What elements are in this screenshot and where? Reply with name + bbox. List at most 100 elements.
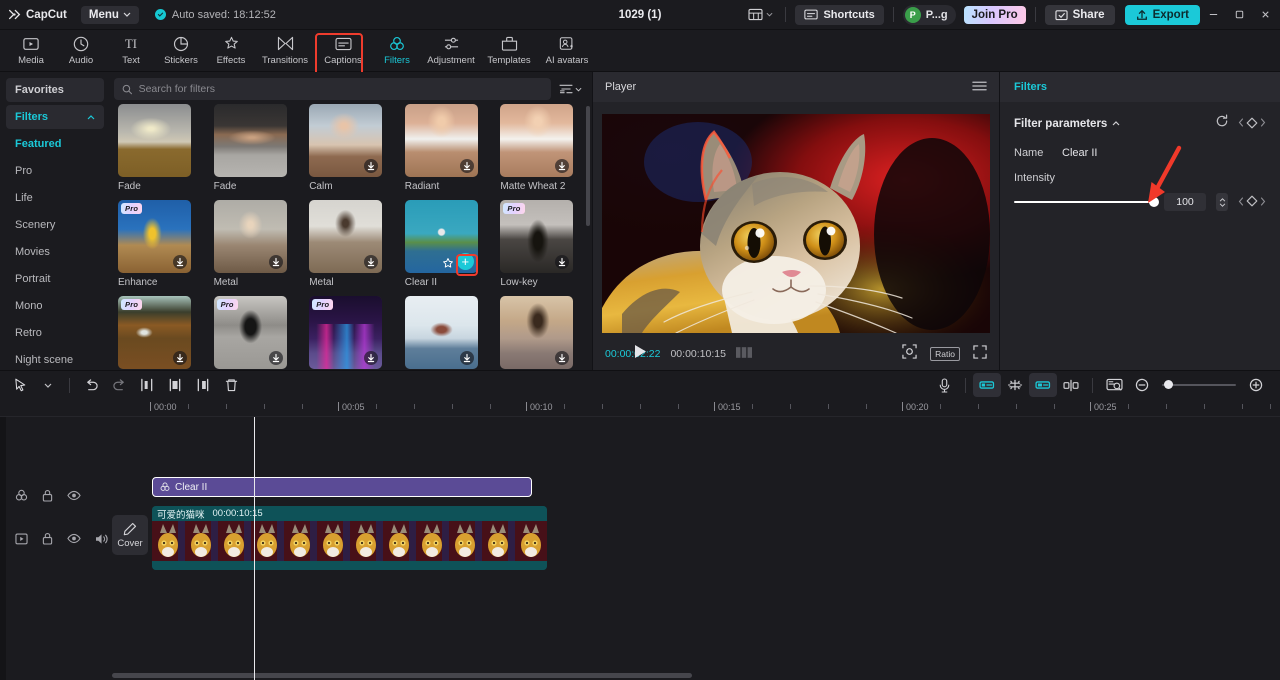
select-tool-button[interactable] [6, 373, 34, 397]
download-icon[interactable] [555, 255, 569, 269]
download-icon[interactable] [364, 255, 378, 269]
sidebar-item-portrait[interactable]: Portrait [6, 267, 104, 290]
next-keyframe-icon[interactable] [1260, 118, 1266, 129]
download-icon[interactable] [364, 159, 378, 173]
filter-cell-fade-2[interactable]: Fade [214, 104, 287, 192]
record-voiceover-button[interactable] [930, 373, 958, 397]
menu-button[interactable]: Menu [81, 6, 139, 24]
close-button[interactable] [1252, 1, 1278, 29]
sidebar-item-scenery[interactable]: Scenery [6, 213, 104, 236]
download-icon[interactable] [173, 255, 187, 269]
download-icon[interactable] [555, 159, 569, 173]
filter-cell-matte-wheat-2[interactable]: Matte Wheat 2 [500, 104, 573, 192]
filter-cell-fade-1[interactable]: Fade [118, 104, 191, 192]
player-menu-icon[interactable] [972, 80, 987, 95]
filter-cell-clear-ii[interactable]: + Clear II [405, 200, 478, 288]
download-icon[interactable] [364, 351, 378, 365]
maximize-button[interactable] [1226, 1, 1252, 29]
tab-templates[interactable]: Templates [480, 31, 538, 71]
account-button[interactable]: P P...g [903, 5, 956, 25]
sidebar-item-filters[interactable]: Filters [6, 105, 104, 129]
auto-snap-left-button[interactable] [973, 373, 1001, 397]
add-keyframe-icon[interactable] [1246, 117, 1258, 131]
timeline-horizontal-scrollbar[interactable] [112, 673, 692, 678]
sidebar-item-mono[interactable]: Mono [6, 294, 104, 317]
sidebar-item-pro[interactable]: Pro [6, 159, 104, 182]
download-icon[interactable] [460, 159, 474, 173]
frames-icon[interactable] [736, 345, 752, 363]
tab-stickers[interactable]: Stickers [156, 31, 206, 71]
lock-icon[interactable] [42, 489, 53, 502]
video-preview[interactable] [602, 114, 990, 333]
sidebar-item-featured[interactable]: Featured [6, 132, 104, 155]
filter-cell-december[interactable]: December [405, 296, 478, 370]
sort-filter-button[interactable] [559, 83, 582, 95]
zoom-out-button[interactable] [1128, 373, 1156, 397]
eye-icon[interactable] [67, 533, 81, 544]
filter-grid-scroll[interactable]: Fade Fade [110, 102, 592, 370]
intensity-keyframe-nav[interactable] [1238, 195, 1266, 209]
filter-clip[interactable]: Clear II [152, 477, 532, 497]
timeline-tracks[interactable]: Clear II 可爱的猫咪 00:00:10:15 [110, 417, 1280, 680]
trim-left-button[interactable] [161, 373, 189, 397]
download-icon[interactable] [269, 255, 283, 269]
download-icon[interactable] [555, 351, 569, 365]
video-track-icon[interactable] [15, 533, 28, 545]
video-clip[interactable]: 可爱的猫咪 00:00:10:15 [152, 506, 547, 570]
sidebar-item-favorites[interactable]: Favorites [6, 78, 104, 102]
filter-cell-cyberpunk[interactable]: Pro Cyberpunk [309, 296, 382, 370]
tab-adjustment[interactable]: Adjustment [422, 31, 480, 71]
tab-media[interactable]: Media [6, 31, 56, 71]
minimize-button[interactable] [1200, 1, 1226, 29]
sidebar-item-night-scene[interactable]: Night scene [6, 348, 104, 371]
intensity-slider[interactable] [1014, 201, 1154, 203]
add-keyframe-icon[interactable] [1246, 195, 1258, 209]
tab-transitions[interactable]: Transitions [256, 31, 314, 71]
filter-cell-metal-1[interactable]: Metal [214, 200, 287, 288]
filter-cell-low-key[interactable]: Pro Low-key [500, 200, 573, 288]
magnet-snap-button[interactable] [1001, 373, 1029, 397]
filter-cell-enhance[interactable]: Pro Enhance [118, 200, 191, 288]
timeline-ruler[interactable]: 00:00 00:05 00:10 00:15 00:20 00:25 [0, 399, 1280, 417]
export-button[interactable]: Export [1125, 5, 1200, 25]
sidebar-item-life[interactable]: Life [6, 186, 104, 209]
ratio-button[interactable]: Ratio [930, 347, 960, 361]
play-button[interactable] [633, 344, 647, 364]
search-box[interactable] [114, 78, 551, 100]
intensity-slider-handle[interactable] [1149, 197, 1159, 207]
prev-keyframe-icon[interactable] [1238, 197, 1244, 208]
prev-keyframe-icon[interactable] [1238, 118, 1244, 129]
timeline-zoom-slider[interactable] [1162, 384, 1236, 386]
fullscreen-icon[interactable] [973, 345, 987, 364]
tab-captions[interactable]: Captions [314, 31, 372, 71]
grid-scrollbar[interactable] [586, 106, 590, 226]
download-icon[interactable] [173, 351, 187, 365]
timeline-body[interactable]: Clear II 可爱的猫咪 00:00:10:15 [0, 417, 1280, 680]
zoom-in-button[interactable] [1242, 373, 1270, 397]
keyframe-nav[interactable] [1238, 117, 1266, 131]
sidebar-item-retro[interactable]: Retro [6, 321, 104, 344]
undo-button[interactable] [77, 373, 105, 397]
redo-button[interactable] [105, 373, 133, 397]
timeline-zoom-handle[interactable] [1164, 380, 1173, 389]
trim-right-button[interactable] [189, 373, 217, 397]
join-pro-button[interactable]: Join Pro [964, 6, 1026, 24]
reset-parameters-button[interactable] [1215, 114, 1229, 133]
search-input[interactable] [139, 83, 543, 95]
filter-parameters-header[interactable]: Filter parameters [1014, 118, 1120, 130]
add-filter-button[interactable]: + [457, 253, 474, 270]
intensity-stepper[interactable] [1216, 193, 1228, 211]
ruler-track[interactable]: 00:00 00:05 00:10 00:15 00:20 00:25 [110, 399, 1280, 416]
next-keyframe-icon[interactable] [1260, 197, 1266, 208]
shortcuts-button[interactable]: Shortcuts [795, 5, 883, 25]
filter-track-icon[interactable] [15, 489, 28, 502]
cover-button[interactable]: Cover [112, 515, 148, 555]
eye-icon[interactable] [67, 490, 81, 501]
tab-filters[interactable]: Filters [372, 31, 422, 71]
share-button[interactable]: Share [1045, 5, 1115, 25]
preview-thumbnails-button[interactable] [1100, 373, 1128, 397]
favorite-icon[interactable] [442, 256, 454, 268]
tab-audio[interactable]: Audio [56, 31, 106, 71]
tab-ai-avatars[interactable]: AI avatars [538, 31, 596, 71]
tab-text[interactable]: TI Text [106, 31, 156, 71]
